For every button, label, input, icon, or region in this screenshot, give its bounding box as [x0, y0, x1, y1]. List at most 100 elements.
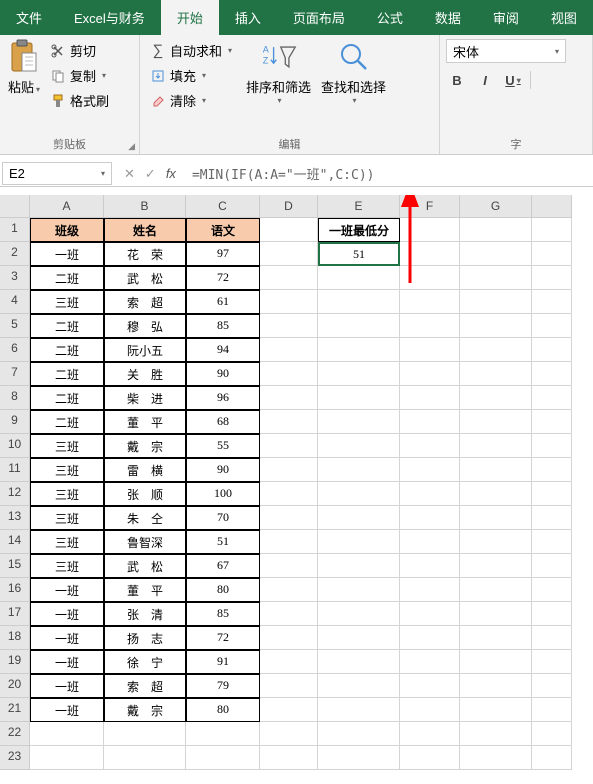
- cell[interactable]: 三班: [30, 290, 104, 314]
- row-header-17[interactable]: 17: [0, 602, 30, 626]
- sort-filter-button[interactable]: AZ 排序和筛选▾: [246, 39, 311, 105]
- cell[interactable]: [400, 266, 460, 290]
- cell[interactable]: 索 超: [104, 674, 186, 698]
- cell[interactable]: 二班: [30, 410, 104, 434]
- cell[interactable]: [260, 410, 318, 434]
- cell[interactable]: [532, 578, 572, 602]
- cell[interactable]: [400, 314, 460, 338]
- cell[interactable]: 68: [186, 410, 260, 434]
- cell[interactable]: 董 平: [104, 410, 186, 434]
- cell[interactable]: 武 松: [104, 266, 186, 290]
- cell[interactable]: [460, 338, 532, 362]
- cell[interactable]: 96: [186, 386, 260, 410]
- cell[interactable]: [260, 290, 318, 314]
- cell[interactable]: [460, 242, 532, 266]
- cell[interactable]: 雷 横: [104, 458, 186, 482]
- cell[interactable]: [260, 434, 318, 458]
- cell[interactable]: [460, 362, 532, 386]
- cell[interactable]: 张 顺: [104, 482, 186, 506]
- cell[interactable]: [260, 626, 318, 650]
- cell[interactable]: [460, 218, 532, 242]
- cell[interactable]: [460, 722, 532, 746]
- cell[interactable]: 一班: [30, 650, 104, 674]
- name-box[interactable]: E2▾: [2, 162, 112, 185]
- cell[interactable]: [260, 650, 318, 674]
- cell[interactable]: 三班: [30, 506, 104, 530]
- cell[interactable]: 扬 志: [104, 626, 186, 650]
- row-header-12[interactable]: 12: [0, 482, 30, 506]
- cell[interactable]: [260, 722, 318, 746]
- cell[interactable]: [318, 362, 400, 386]
- cell[interactable]: [260, 698, 318, 722]
- cell[interactable]: 85: [186, 314, 260, 338]
- cell[interactable]: [260, 266, 318, 290]
- row-header-11[interactable]: 11: [0, 458, 30, 482]
- tab-custom[interactable]: Excel与财务: [58, 0, 161, 35]
- cell[interactable]: 花 荣: [104, 242, 186, 266]
- cell[interactable]: [400, 530, 460, 554]
- cell[interactable]: 三班: [30, 458, 104, 482]
- cell[interactable]: [260, 554, 318, 578]
- cell[interactable]: 94: [186, 338, 260, 362]
- cell[interactable]: [460, 650, 532, 674]
- row-header-2[interactable]: 2: [0, 242, 30, 266]
- col-header-B[interactable]: B: [104, 195, 186, 218]
- cell[interactable]: [460, 626, 532, 650]
- cell[interactable]: [532, 266, 572, 290]
- cell[interactable]: [260, 242, 318, 266]
- cell[interactable]: [318, 506, 400, 530]
- cell[interactable]: [400, 218, 460, 242]
- cell[interactable]: 一班: [30, 626, 104, 650]
- cell[interactable]: [318, 410, 400, 434]
- formula-input[interactable]: =MIN(IF(A:A="一班",C:C)): [186, 161, 593, 186]
- col-header-A[interactable]: A: [30, 195, 104, 218]
- clipboard-launcher-icon[interactable]: ◢: [128, 141, 135, 152]
- cell[interactable]: 二班: [30, 266, 104, 290]
- cell[interactable]: [460, 578, 532, 602]
- cell[interactable]: [400, 434, 460, 458]
- cell[interactable]: 72: [186, 626, 260, 650]
- cell[interactable]: [30, 722, 104, 746]
- cell[interactable]: [532, 626, 572, 650]
- italic-button[interactable]: I: [474, 69, 496, 91]
- underline-button[interactable]: U▾: [502, 69, 524, 91]
- cell[interactable]: [460, 266, 532, 290]
- cell[interactable]: 戴 宗: [104, 698, 186, 722]
- cell[interactable]: 70: [186, 506, 260, 530]
- cell[interactable]: 85: [186, 602, 260, 626]
- cell[interactable]: [104, 746, 186, 770]
- cell[interactable]: 二班: [30, 386, 104, 410]
- row-header-23[interactable]: 23: [0, 746, 30, 770]
- cut-button[interactable]: 剪切: [46, 39, 113, 62]
- cell[interactable]: [260, 458, 318, 482]
- cell[interactable]: 张 清: [104, 602, 186, 626]
- cell[interactable]: [532, 602, 572, 626]
- cell[interactable]: 二班: [30, 314, 104, 338]
- cell[interactable]: [186, 746, 260, 770]
- cell[interactable]: [318, 314, 400, 338]
- copy-button[interactable]: 复制▾: [46, 64, 113, 87]
- row-header-6[interactable]: 6: [0, 338, 30, 362]
- cell[interactable]: [260, 530, 318, 554]
- cell[interactable]: 一班: [30, 698, 104, 722]
- paste-label[interactable]: 粘贴▾: [8, 77, 40, 96]
- tab-layout[interactable]: 页面布局: [277, 0, 361, 35]
- cell[interactable]: [532, 386, 572, 410]
- tab-view[interactable]: 视图: [535, 0, 593, 35]
- row-header-4[interactable]: 4: [0, 290, 30, 314]
- row-header-10[interactable]: 10: [0, 434, 30, 458]
- cell[interactable]: 90: [186, 362, 260, 386]
- cell[interactable]: 97: [186, 242, 260, 266]
- cell[interactable]: [318, 674, 400, 698]
- cell[interactable]: [400, 290, 460, 314]
- cell[interactable]: 100: [186, 482, 260, 506]
- cell[interactable]: [532, 314, 572, 338]
- col-header-E[interactable]: E: [318, 195, 400, 218]
- fill-button[interactable]: 填充▾: [146, 64, 236, 87]
- cell[interactable]: 柴 进: [104, 386, 186, 410]
- cell[interactable]: [400, 698, 460, 722]
- cell[interactable]: [400, 386, 460, 410]
- cell[interactable]: [532, 650, 572, 674]
- cell[interactable]: 55: [186, 434, 260, 458]
- tab-home[interactable]: 开始: [161, 0, 219, 35]
